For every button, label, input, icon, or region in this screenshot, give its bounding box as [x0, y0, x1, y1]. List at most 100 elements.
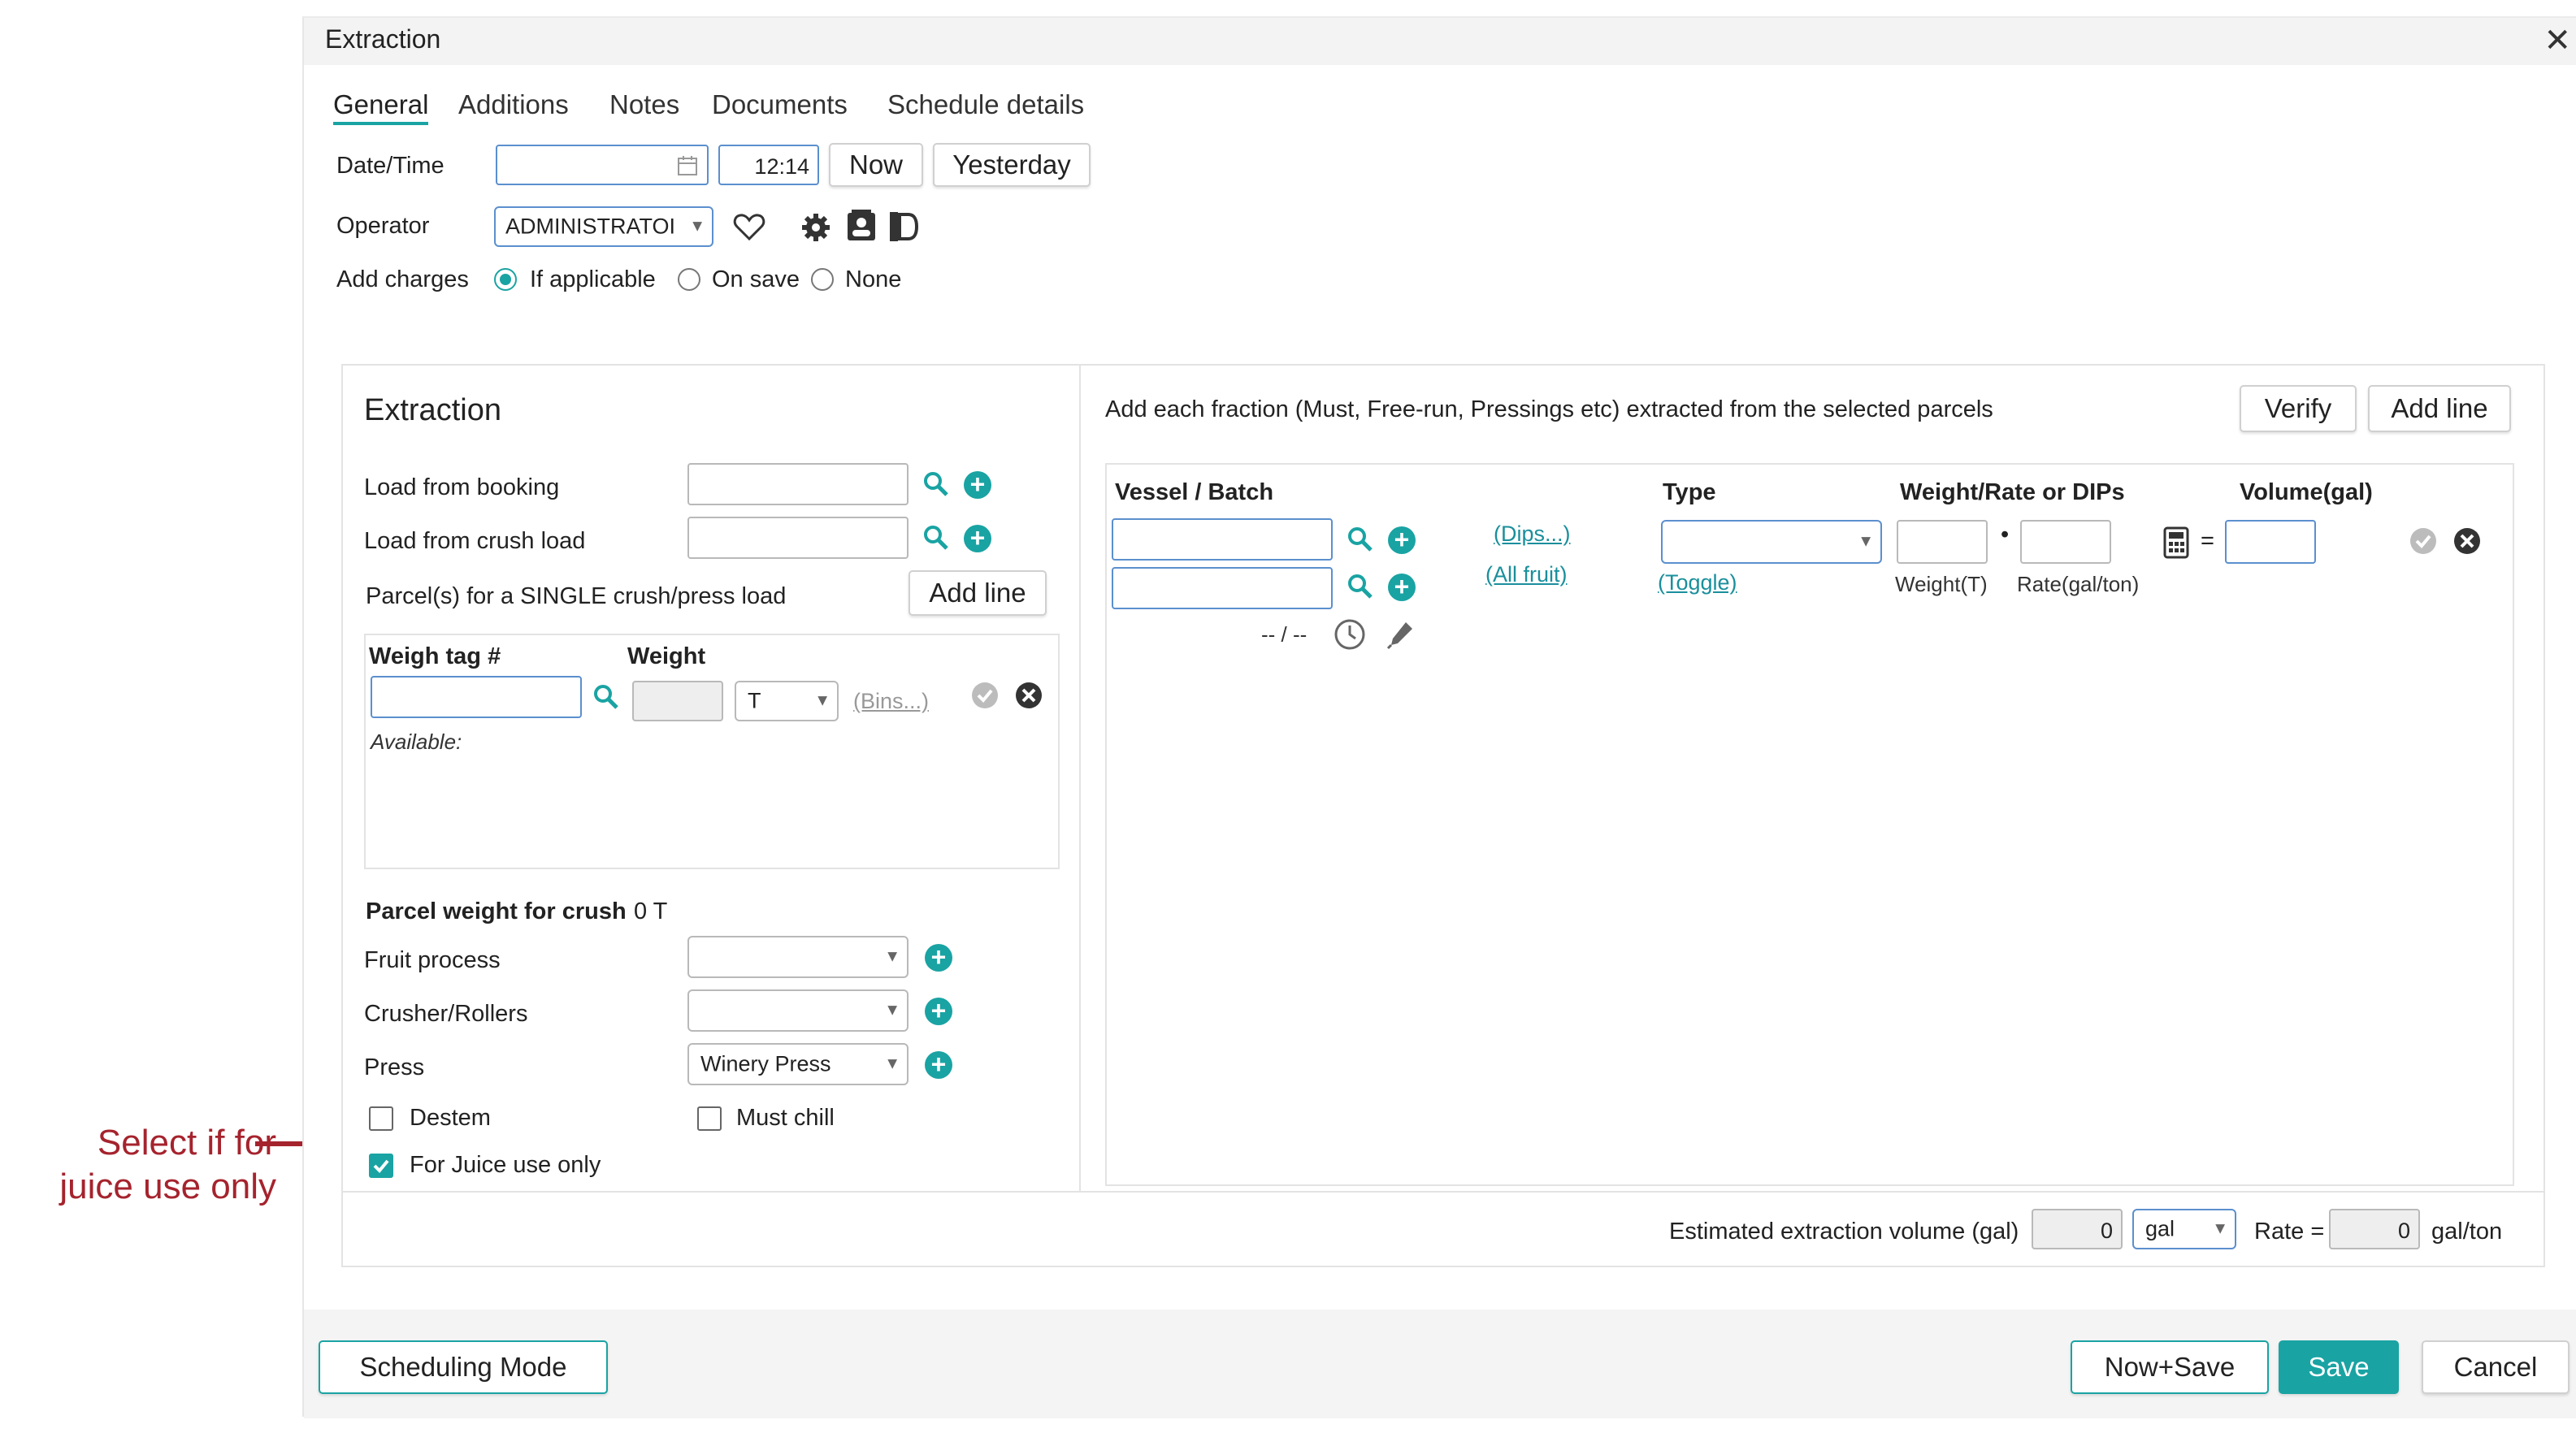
crusher-select[interactable]: ▼: [687, 989, 909, 1032]
calendar-icon[interactable]: [676, 154, 699, 177]
close-icon[interactable]: ✕: [2543, 24, 2571, 57]
dips-link[interactable]: (Dips...): [1494, 522, 1571, 547]
annotation-line-1: Select if for: [97, 1123, 276, 1162]
time-placeholder: -- / --: [1261, 622, 1308, 647]
add-vessel-icon[interactable]: +: [1388, 526, 1416, 554]
col-weight-rate: Weight/Rate or DIPs: [1900, 479, 2125, 505]
weigh-tag-header: Weigh tag #: [369, 643, 501, 669]
press-select[interactable]: Winery Press ▼: [687, 1043, 909, 1085]
rate-unit-label: gal/ton: [2431, 1219, 2503, 1245]
press-label: Press: [364, 1054, 425, 1080]
add-parcel-line-button[interactable]: Add line: [909, 570, 1047, 616]
toggle-link[interactable]: (Toggle): [1658, 570, 1737, 595]
dot-separator: •: [2001, 522, 2010, 548]
add-batch-icon[interactable]: +: [1388, 574, 1416, 601]
weight-unit-select[interactable]: T ▼: [735, 681, 839, 721]
must-chill-checkbox[interactable]: [697, 1106, 722, 1131]
bins-link[interactable]: (Bins...): [853, 689, 929, 714]
tab-schedule-details[interactable]: Schedule details: [887, 89, 1084, 120]
right-section: Add each fraction (Must, Free-run, Press…: [1082, 366, 2545, 1191]
annotation-line-2: juice use only: [59, 1167, 276, 1206]
search-icon[interactable]: [1346, 572, 1375, 601]
load-crush-input[interactable]: [687, 517, 909, 559]
vessel-input[interactable]: [1112, 518, 1333, 561]
col-volume: Volume(gal): [2240, 479, 2373, 505]
juice-only-checkbox[interactable]: [369, 1154, 393, 1178]
check-circle-icon[interactable]: [970, 681, 1000, 710]
tab-documents[interactable]: Documents: [712, 89, 848, 120]
time-input[interactable]: 12:14: [718, 145, 819, 185]
weight-t-input[interactable]: [1897, 520, 1988, 564]
fraction-table: Vessel / Batch Type Weight/Rate or DIPs …: [1105, 463, 2514, 1186]
add-fraction-line-button[interactable]: Add line: [2368, 385, 2511, 432]
tab-general[interactable]: General: [333, 89, 429, 125]
search-icon[interactable]: [922, 470, 951, 499]
add-booking-icon[interactable]: +: [964, 471, 991, 499]
search-icon[interactable]: [922, 523, 951, 552]
radio-on-save[interactable]: [678, 268, 700, 291]
load-booking-label: Load from booking: [364, 474, 560, 500]
press-value: Winery Press: [700, 1051, 831, 1076]
add-crusher-icon[interactable]: +: [925, 998, 952, 1025]
rate-equals-label: Rate =: [2254, 1219, 2325, 1245]
estimate-unit-value: gal: [2145, 1216, 2175, 1241]
radio-none[interactable]: [811, 268, 834, 291]
cancel-button[interactable]: Cancel: [2422, 1340, 2569, 1394]
chevron-down-icon: ▼: [2212, 1219, 2228, 1238]
rate-input[interactable]: [2020, 520, 2111, 564]
contact-card-icon[interactable]: [845, 210, 878, 244]
scheduling-mode-button[interactable]: Scheduling Mode: [319, 1340, 608, 1394]
equals-sign: =: [2201, 528, 2214, 554]
tab-notes[interactable]: Notes: [609, 89, 679, 120]
remove-circle-icon[interactable]: [1014, 681, 1043, 710]
fruit-process-select[interactable]: ▼: [687, 936, 909, 978]
radio-if-applicable[interactable]: [494, 268, 517, 291]
now-save-button[interactable]: Now+Save: [2071, 1340, 2269, 1394]
calculator-icon[interactable]: [2163, 526, 2189, 559]
clock-icon[interactable]: [1333, 617, 1367, 652]
available-label: Available:: [371, 729, 462, 754]
check-circle-icon[interactable]: [2409, 526, 2438, 556]
search-icon[interactable]: [592, 682, 621, 712]
rate-value: 0: [2397, 1219, 2410, 1243]
now-button[interactable]: Now: [829, 143, 923, 187]
volume-input[interactable]: [2225, 520, 2316, 564]
weight-input[interactable]: [632, 681, 723, 721]
extraction-panel: Extraction Load from booking + Load from…: [341, 364, 2545, 1267]
operator-select[interactable]: ADMINISTRATOI ▼: [494, 206, 713, 247]
date-input[interactable]: [496, 145, 709, 185]
estimate-unit-select[interactable]: gal ▼: [2132, 1209, 2236, 1249]
dialog-footer: Scheduling Mode Now+Save Save Cancel: [304, 1310, 2576, 1418]
batch-input[interactable]: [1112, 567, 1333, 609]
tab-additions[interactable]: Additions: [458, 89, 569, 120]
load-booking-input[interactable]: [687, 463, 909, 505]
weight-unit-value: T: [748, 688, 761, 713]
remove-circle-icon[interactable]: [2452, 526, 2482, 556]
weight-t-label: Weight(T): [1895, 572, 1988, 596]
yesterday-button[interactable]: Yesterday: [933, 143, 1091, 187]
type-select[interactable]: ▼: [1661, 520, 1882, 564]
rate-value-input[interactable]: 0: [2329, 1209, 2420, 1249]
parcels-label: Parcel(s) for a SINGLE crush/press load: [366, 583, 787, 609]
heart-icon[interactable]: [733, 213, 765, 242]
weigh-tag-input[interactable]: [371, 676, 582, 718]
add-press-icon[interactable]: +: [925, 1051, 952, 1079]
add-fruit-process-icon[interactable]: +: [925, 944, 952, 972]
chevron-down-icon: ▼: [884, 1054, 900, 1073]
dialog-titlebar: Extraction ✕: [304, 18, 2576, 65]
pencil-icon[interactable]: [1386, 619, 1416, 650]
gear-icon[interactable]: [800, 211, 832, 244]
document-icon[interactable]: [887, 210, 920, 244]
col-vessel-batch: Vessel / Batch: [1115, 479, 1274, 505]
estimate-value-input[interactable]: 0: [2032, 1209, 2123, 1249]
add-crush-icon[interactable]: +: [964, 525, 991, 552]
save-button[interactable]: Save: [2279, 1340, 2399, 1394]
destem-checkbox[interactable]: [369, 1106, 393, 1131]
search-icon[interactable]: [1346, 525, 1375, 554]
col-type: Type: [1663, 479, 1716, 505]
chevron-down-icon: ▼: [814, 691, 830, 710]
verify-button[interactable]: Verify: [2240, 385, 2357, 432]
estimate-bar: Estimated extraction volume (gal) 0 gal …: [343, 1191, 2543, 1266]
all-fruit-link[interactable]: (All fruit): [1485, 562, 1568, 587]
time-value: 12:14: [754, 154, 809, 179]
